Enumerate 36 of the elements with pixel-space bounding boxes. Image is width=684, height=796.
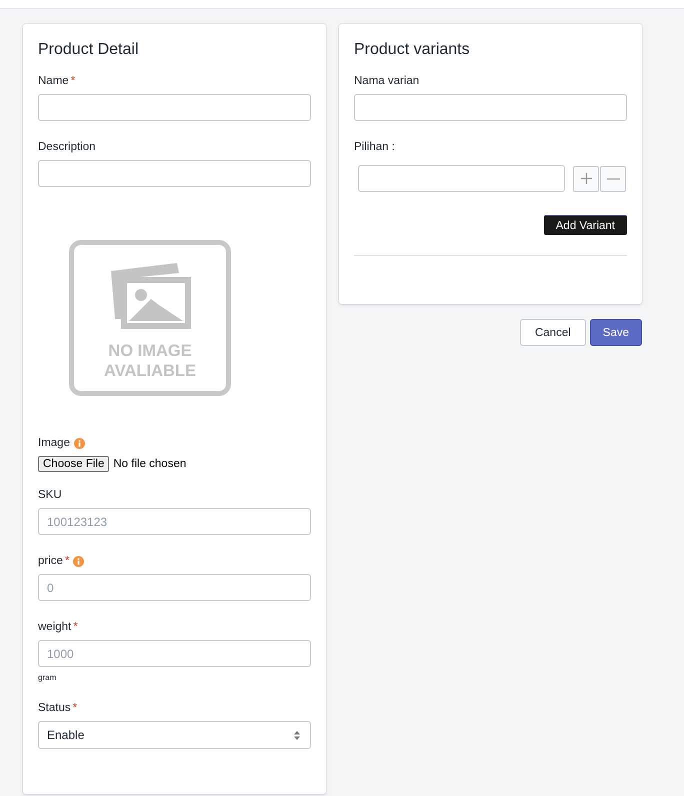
field-label: Nama varian (354, 75, 420, 87)
action-button[interactable]: Cancel (520, 319, 586, 346)
status-select[interactable]: Enable (38, 721, 311, 749)
file-status: No file chosen (113, 458, 186, 470)
field-label: Description (38, 141, 96, 153)
field-label: Image (38, 437, 70, 449)
card-title: Product variants (354, 41, 471, 59)
add-option-button[interactable] (573, 166, 599, 192)
placeholder-text: AVALIABLE (104, 361, 196, 381)
add-variant-button[interactable]: Add Variant (544, 215, 627, 235)
required-mark: * (70, 75, 76, 87)
input-field[interactable] (358, 165, 565, 192)
field-label: price (38, 555, 63, 567)
input-field[interactable]: 100123123 (38, 508, 311, 535)
field-label: Name (38, 75, 69, 87)
required-mark: * (64, 555, 70, 567)
sort-arrows-icon (294, 730, 300, 740)
minus-icon (606, 178, 620, 180)
field-label: weight (38, 621, 72, 633)
action-button[interactable]: Save (590, 319, 642, 346)
required-mark: * (73, 621, 78, 633)
placeholder-text: NO IMAGE (108, 341, 192, 361)
input-field[interactable]: 1000 (38, 640, 311, 667)
choose-file-button[interactable]: Choose File (38, 456, 110, 472)
input-field[interactable] (38, 160, 311, 187)
card-title: Product Detail (38, 41, 140, 59)
remove-option-button[interactable] (600, 166, 626, 192)
input-field[interactable] (38, 94, 311, 121)
field-label: SKU (38, 489, 62, 501)
required-mark: * (72, 702, 78, 714)
input-field[interactable] (354, 94, 627, 121)
field-label: Status (38, 702, 71, 714)
help-text: gram (38, 673, 58, 682)
input-field[interactable]: 0 (38, 574, 311, 601)
field-label: Pilihan : (354, 141, 395, 153)
plus-icon (580, 173, 592, 184)
